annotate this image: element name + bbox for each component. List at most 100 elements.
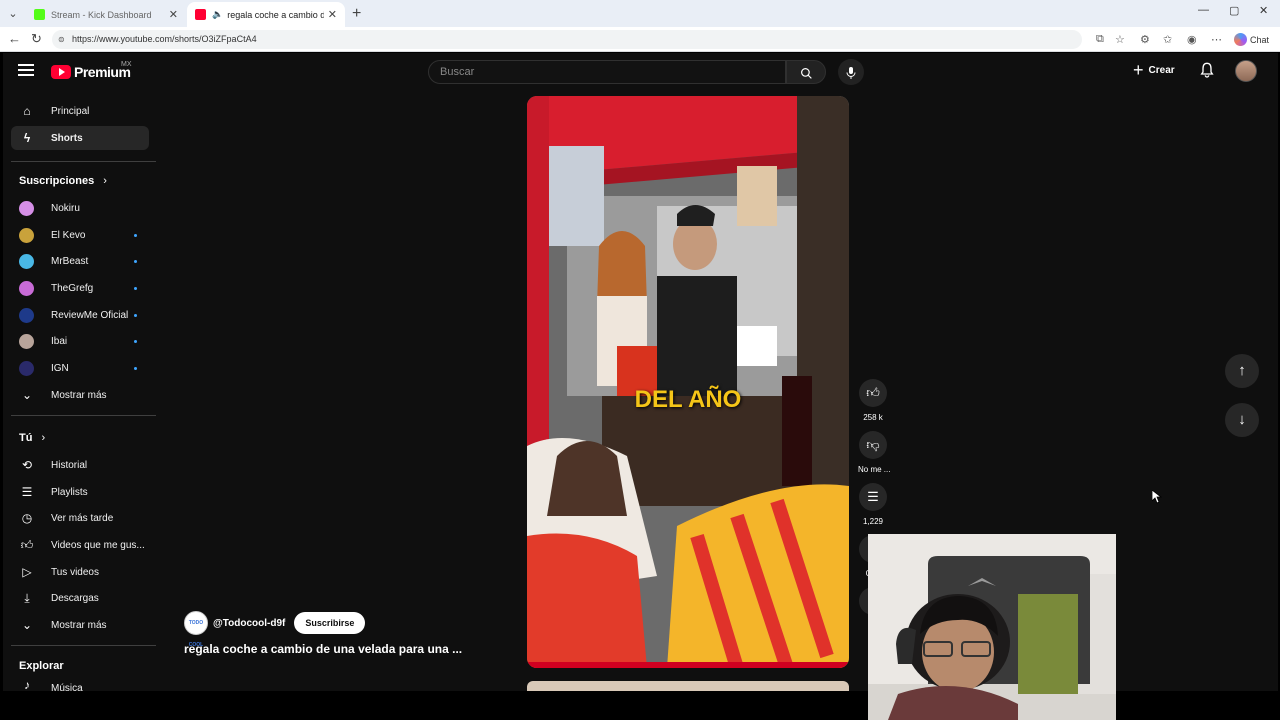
short-video-player[interactable]: DEL AÑO (527, 96, 849, 668)
sidebar-item-label: Tus videos (51, 566, 99, 578)
copilot-icon (1234, 33, 1247, 46)
divider (11, 415, 156, 416)
next-short-preview[interactable] (527, 681, 849, 691)
chevron-down-icon: ⌄ (21, 388, 33, 402)
youtube-play-icon (51, 65, 71, 79)
subscriptions-heading[interactable]: Suscripciones › (19, 175, 107, 187)
tab-kick-dashboard[interactable]: Stream - Kick Dashboard ✕ (26, 2, 186, 27)
minimize-icon[interactable]: — (1198, 4, 1209, 16)
audio-playing-icon[interactable]: 🔈 (212, 9, 223, 20)
subscribe-button[interactable]: Suscribirse (294, 612, 366, 634)
new-content-dot (134, 366, 137, 370)
account-avatar[interactable] (1235, 60, 1257, 82)
more-menu-icon[interactable]: ⋯ (1211, 33, 1222, 46)
chevron-down-icon: ⌄ (21, 618, 33, 632)
sidebar-item-label: Principal (51, 105, 90, 117)
sidebar-item-label: Shorts (51, 132, 83, 144)
sidebar-item-el-kevo[interactable]: El Kevo (11, 223, 149, 247)
address-bar: ← ↻ ⊜ https://www.youtube.com/shorts/O3i… (0, 27, 1280, 52)
extension-icon[interactable]: ⚙ (1140, 33, 1150, 46)
create-button[interactable]: + Crear (1133, 61, 1175, 79)
you-heading[interactable]: Tú › (19, 432, 45, 444)
close-window-icon[interactable]: ✕ (1259, 4, 1268, 17)
favorites-icon[interactable]: ✩ (1163, 33, 1172, 46)
youtube-premium-logo[interactable]: Premium MX (51, 61, 132, 80)
extensions-icon[interactable]: ⧉ (1096, 33, 1104, 46)
search-button[interactable] (786, 60, 826, 84)
sidebar-item-ver-mas-tarde[interactable]: ◷ Ver más tarde (11, 506, 149, 530)
tab-youtube-short[interactable]: 🔈 regala coche a cambio de una velada pa… (187, 2, 345, 27)
sidebar-item-label: Nokiru (51, 202, 80, 214)
sidebar-item-reviewme[interactable]: ReviewMe Oficial (11, 303, 149, 327)
close-tab-icon[interactable]: ✕ (169, 8, 178, 21)
thumbs-down-icon: 👎︎ (859, 431, 887, 459)
sidebar-item-historial[interactable]: ⟲ Historial (11, 453, 149, 477)
divider (11, 161, 156, 162)
music-icon: ♪ (24, 678, 30, 692)
sidebar-item-mrbeast[interactable]: MrBeast (11, 249, 149, 273)
maximize-icon[interactable]: ▢ (1229, 4, 1239, 17)
sidebar-item-label: ReviewMe Oficial (51, 309, 129, 321)
your-videos-icon: ▷ (22, 565, 32, 579)
sidebar-item-playlists[interactable]: ☰ Playlists (11, 480, 149, 504)
back-icon[interactable]: ← (8, 31, 21, 46)
sidebar-item-ign[interactable]: IGN (11, 356, 149, 380)
notifications-bell-icon[interactable] (1199, 61, 1215, 79)
sidebar-item-tus-videos[interactable]: ▷ Tus videos (11, 560, 149, 584)
sidebar-item-liked[interactable]: 👍︎ Videos que me gus... (11, 533, 149, 557)
channel-avatar (19, 307, 34, 323)
menu-icon[interactable] (18, 64, 34, 79)
reload-icon[interactable]: ↻ (31, 31, 42, 47)
sidebar-item-principal[interactable]: ⌂ Principal (11, 99, 149, 123)
sidebar-item-descargas[interactable]: ⤓ Descargas (11, 586, 149, 610)
chat-label: Chat (1250, 34, 1270, 45)
site-info-icon[interactable]: ⊜ (58, 30, 65, 49)
sidebar-item-label: TheGrefg (51, 282, 94, 294)
new-content-dot (134, 313, 137, 317)
new-content-dot (134, 286, 137, 290)
comments-button[interactable]: ☰ 1,229 (858, 483, 888, 526)
copilot-chat-button[interactable]: Chat (1234, 33, 1269, 46)
channel-name[interactable]: @Todocool-d9f (213, 618, 285, 629)
show-more-subscriptions[interactable]: ⌄ Mostrar más (11, 383, 149, 407)
sidebar-item-ibai[interactable]: Ibai (11, 329, 149, 353)
new-tab-button[interactable]: + (352, 5, 361, 23)
subscriptions-title: Suscripciones (19, 175, 95, 187)
previous-short-button[interactable]: ↑ (1225, 354, 1259, 388)
dislike-button[interactable]: 👎︎ No me ... (858, 431, 890, 474)
channel-avatar (19, 333, 34, 349)
short-title[interactable]: regala coche a cambio de una velada para… (184, 642, 462, 656)
favorite-star-icon[interactable]: ☆ (1115, 33, 1125, 46)
divider (11, 645, 156, 646)
comment-count: 1,229 (862, 517, 884, 526)
search-input[interactable]: Buscar (428, 60, 786, 84)
url-field[interactable]: ⊜ https://www.youtube.com/shorts/O3iZFpa… (52, 30, 1082, 49)
browser-tab-bar: ⌄ Stream - Kick Dashboard ✕ 🔈 regala coc… (0, 0, 1280, 27)
explore-title: Explorar (19, 660, 64, 672)
search-icon (800, 67, 812, 79)
channel-avatar (19, 200, 34, 216)
tab-search-icon[interactable]: ⌄ (5, 6, 21, 22)
chevron-right-icon: › (103, 175, 107, 187)
like-button[interactable]: 👍︎ 258 k (858, 379, 888, 422)
create-label: Crear (1148, 64, 1175, 76)
show-more-you[interactable]: ⌄ Mostrar más (11, 613, 149, 637)
profile-icon[interactable]: ◉ (1187, 33, 1197, 46)
close-tab-icon[interactable]: ✕ (328, 8, 337, 21)
channel-avatar[interactable]: TODO COOL (184, 611, 208, 648)
sidebar-item-shorts[interactable]: ϟ Shorts (11, 126, 149, 150)
liked-icon: 👍︎ (20, 537, 34, 552)
voice-search-button[interactable] (838, 59, 864, 85)
sidebar-item-thegrefg[interactable]: TheGrefg (11, 276, 149, 300)
channel-avatar (19, 253, 34, 269)
history-icon: ⟲ (21, 458, 33, 472)
short-video-frame (527, 96, 849, 668)
sidebar-item-nokiru[interactable]: Nokiru (11, 196, 149, 220)
sidebar-item-label: Descargas (51, 592, 99, 604)
you-title: Tú (19, 432, 33, 444)
kick-favicon-icon (34, 9, 45, 20)
microphone-icon (846, 66, 856, 79)
short-channel-row: TODO COOL @Todocool-d9f Suscribirse (184, 611, 366, 648)
next-short-button[interactable]: ↓ (1225, 403, 1259, 437)
webcam-overlay (868, 534, 1116, 720)
